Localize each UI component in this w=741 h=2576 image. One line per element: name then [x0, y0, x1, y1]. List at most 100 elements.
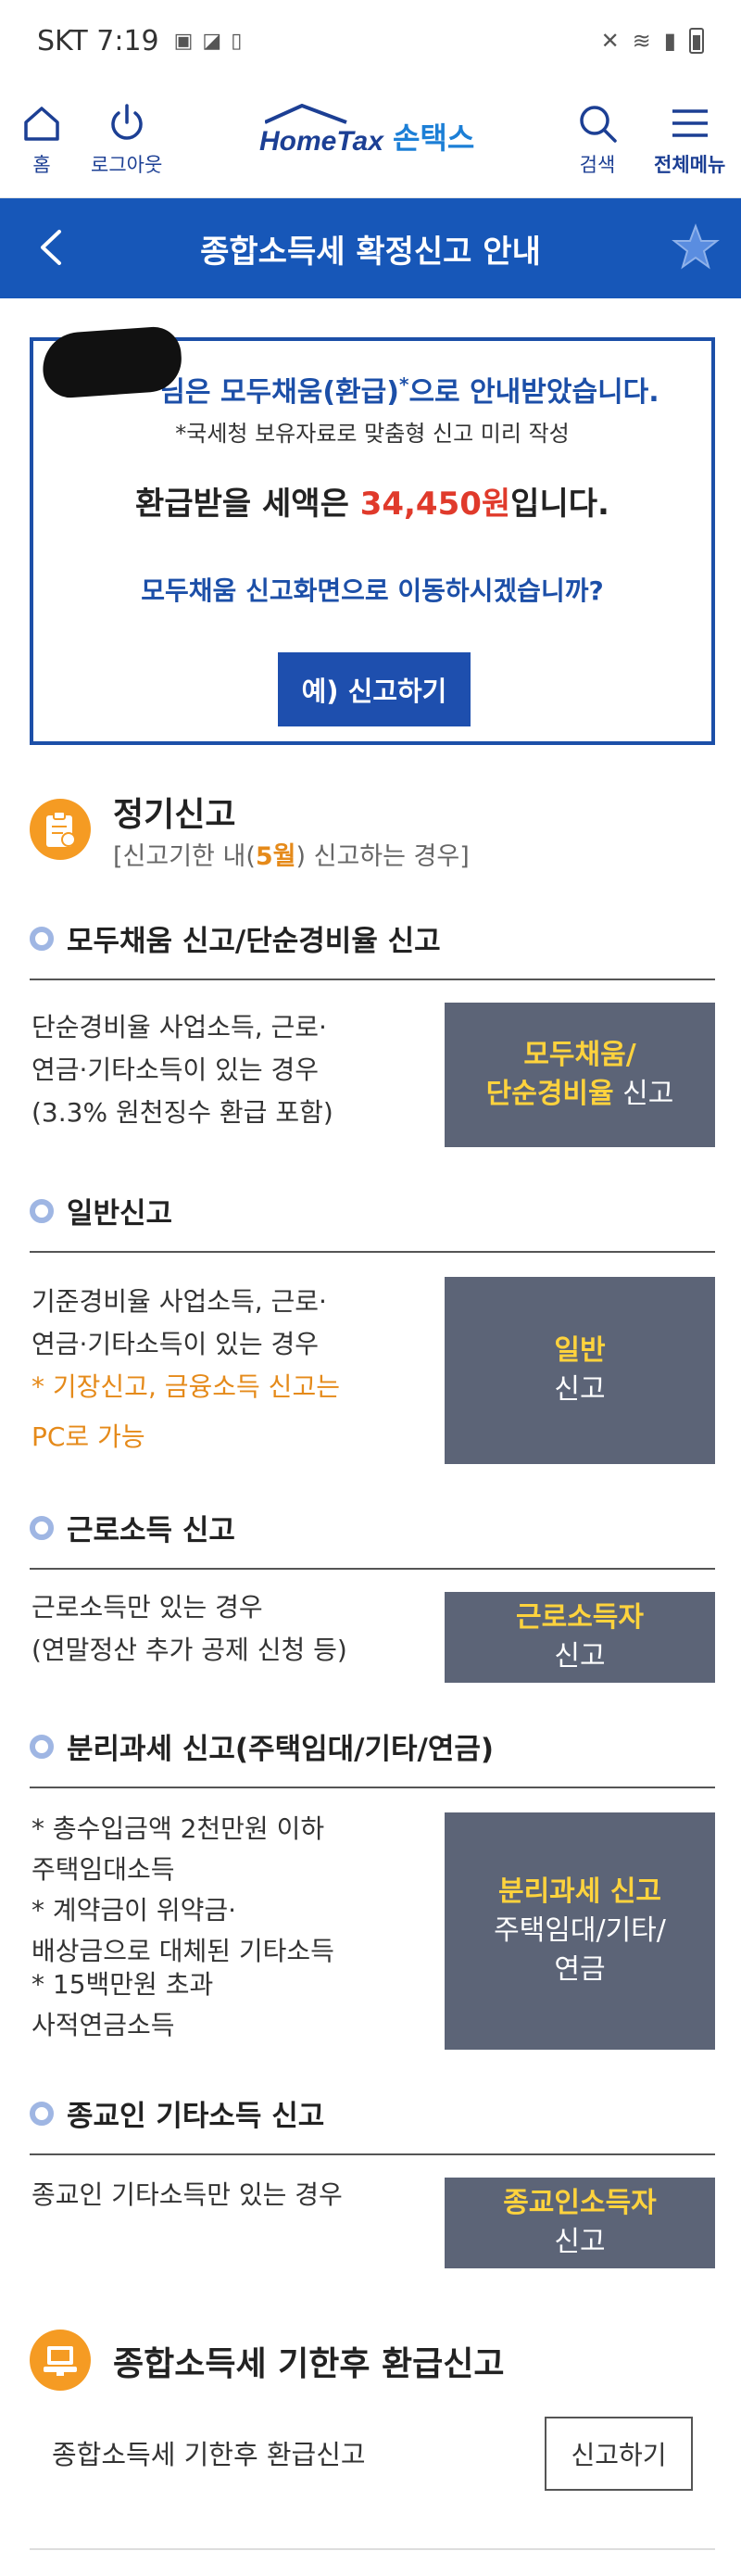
separate-filing-description: * 총수입금액 2천만원 이하 주택임대소득 * 계약금이 위약금· 배상금으로… — [31, 1809, 334, 2046]
regular-filing-subtitle: [신고기한 내(5월) 신고하는 경우] — [113, 836, 470, 872]
status-system-icons: ✕ ≋ ▮ — [601, 28, 704, 54]
separate-btn-line1: 분리과세 신고 — [497, 1875, 662, 1908]
signal-icon: ▮ — [663, 28, 676, 54]
hometax-logo[interactable]: HomeTax 손택스 — [259, 104, 474, 158]
simple-filing-title: 모두채움 신고/단순경비율 신고 — [67, 925, 441, 958]
separate-filing-title: 분리과세 신고(주택임대/기타/연금) — [67, 1733, 495, 1766]
separate-filing-button[interactable]: 분리과세 신고 주택임대/기타/ 연금 — [445, 1812, 715, 2050]
separate-filing-header: 분리과세 신고(주택임대/기타/연금) — [30, 1725, 494, 1767]
general-filing-header: 일반신고 — [30, 1190, 172, 1231]
simple-filing-header: 모두채움 신고/단순경비율 신고 — [30, 917, 441, 959]
general-btn-line1: 일반 — [554, 1334, 606, 1367]
divider — [30, 979, 715, 980]
regular-sub-pre: [신고기한 내( — [113, 842, 256, 871]
full-menu-label: 전체메뉴 — [654, 154, 726, 176]
notice-question: 모두채움 신고화면으로 이동하시겠습니까? — [141, 575, 604, 606]
home-label: 홈 — [32, 154, 51, 176]
notice-line1-sup: * — [398, 373, 409, 396]
general-warn-line1: * 기장신고, 금융소득 신고는 — [31, 1371, 340, 1402]
wage-btn-line2: 신고 — [554, 1640, 606, 1673]
logout-label: 로그아웃 — [91, 154, 163, 176]
regular-sub-month: 5월 — [255, 842, 296, 871]
wage-filing-title: 근로소득 신고 — [67, 1514, 235, 1547]
simple-desc-line1: 단순경비율 사업소득, 근로· — [31, 1012, 327, 1042]
divider — [30, 2548, 715, 2550]
simple-filing-description: 단순경비율 사업소득, 근로· 연금·기타소득이 있는 경우 (3.3% 원천징… — [31, 1006, 333, 1134]
separate-desc-line3: * 계약금이 위약금· — [31, 1895, 237, 1926]
bullet-ring-icon — [30, 1198, 54, 1223]
separate-btn-line2: 주택임대/기타/ — [494, 1914, 666, 1947]
notice-line1-tail: 으로 안내받았습니다. — [408, 376, 659, 409]
clipboard-icon — [30, 799, 91, 860]
logout-button[interactable]: 로그아웃 — [91, 102, 162, 178]
bullet-ring-icon — [30, 1734, 54, 1759]
search-label: 검색 — [579, 154, 616, 176]
religious-desc-line1: 종교인 기타소득만 있는 경우 — [31, 2179, 343, 2210]
regular-sub-post: ) 신고하는 경우] — [295, 842, 470, 871]
general-desc-line1: 기준경비율 사업소득, 근로· — [31, 1286, 327, 1317]
simple-desc-line3: (3.3% 원천징수 환급 포함) — [31, 1097, 333, 1128]
late-refund-label: 종합소득세 기한후 환급신고 — [52, 2439, 366, 2470]
wage-filing-button[interactable]: 근로소득자 신고 — [445, 1592, 715, 1683]
logo-roof-icon — [265, 104, 347, 124]
home-button[interactable]: 홈 — [20, 102, 63, 178]
religious-filing-title: 종교인 기타소득 신고 — [67, 2100, 325, 2133]
simple-filing-button[interactable]: 모두채움/ 단순경비율 신고 — [445, 1003, 715, 1147]
wage-btn-line1: 근로소득자 — [516, 1601, 644, 1634]
search-icon — [580, 106, 617, 143]
wage-desc-line2: (연말정산 추가 공제 신청 등) — [31, 1635, 347, 1665]
simple-btn-line2: 단순경비율 — [485, 1078, 614, 1110]
separate-desc-line6: 사적연금소득 — [31, 2010, 175, 2040]
separate-desc-line1: * 총수입금액 2천만원 이하 — [31, 1813, 325, 1844]
simple-desc-line2: 연금·기타소득이 있는 경우 — [31, 1054, 320, 1085]
wage-filing-description: 근로소득만 있는 경우 (연말정산 추가 공제 신청 등) — [31, 1586, 347, 1672]
bullet-ring-icon — [30, 2101, 54, 2126]
general-warn-line2: PC로 가능 — [31, 1421, 145, 1452]
bullet-ring-icon — [30, 926, 54, 951]
status-time: SKT 7:19 — [37, 24, 159, 57]
religious-btn-line2: 신고 — [554, 2226, 606, 2258]
refund-amount: 34,450원 — [359, 486, 511, 523]
confirm-file-button[interactable]: 예) 신고하기 — [278, 652, 471, 726]
religious-filing-description: 종교인 기타소득만 있는 경우 — [31, 2174, 343, 2216]
wage-desc-line1: 근로소득만 있는 경우 — [31, 1592, 263, 1623]
refund-amount-prefix: 환급받을 세액은 — [135, 486, 360, 523]
general-filing-button[interactable]: 일반 신고 — [445, 1277, 715, 1464]
general-desc-line2: 연금·기타소득이 있는 경우 — [31, 1329, 320, 1359]
divider — [30, 2153, 715, 2155]
search-button[interactable]: 검색 — [576, 102, 619, 178]
regular-filing-title: 정기신고 — [113, 796, 236, 834]
divider — [30, 1568, 715, 1570]
separate-desc-line2: 주택임대소득 — [31, 1854, 175, 1885]
bullet-ring-icon — [30, 1515, 54, 1540]
title-bar: 종합소득세 확정신고 안내 — [0, 198, 741, 298]
religious-filing-header: 종교인 기타소득 신고 — [30, 2092, 324, 2134]
separate-btn-line3: 연금 — [554, 1953, 606, 1986]
general-btn-line2: 신고 — [554, 1373, 606, 1406]
divider — [30, 1787, 715, 1788]
power-icon — [110, 104, 143, 140]
status-bar: SKT 7:19 ▣ ◪ ▯ ✕ ≋ ▮ — [0, 0, 741, 82]
sim-icon: ▯ — [231, 29, 243, 53]
battery-icon — [689, 28, 704, 54]
back-icon[interactable] — [31, 226, 74, 269]
late-refund-file-button[interactable]: 신고하기 — [545, 2417, 693, 2491]
mute-icon: ✕ — [600, 28, 620, 54]
religious-filing-button[interactable]: 종교인소득자 신고 — [445, 2178, 715, 2268]
refund-notice-box: 님은 모두채움(환급)*으로 안내받았습니다. *국세청 보유자료로 맞춤형 신… — [30, 337, 715, 745]
simple-btn-line2-suffix: 신고 — [613, 1078, 674, 1110]
religious-btn-line1: 종교인소득자 — [503, 2187, 657, 2219]
late-refund-title: 종합소득세 기한후 환급신고 — [113, 2345, 505, 2383]
simple-btn-line1: 모두채움/ — [523, 1039, 636, 1071]
home-icon — [24, 107, 59, 141]
full-menu-button[interactable]: 전체메뉴 — [654, 102, 725, 178]
refund-amount-suffix: 입니다. — [510, 486, 609, 523]
hamburger-icon — [672, 109, 708, 137]
general-filing-title: 일반신고 — [67, 1197, 173, 1231]
divider — [30, 1251, 715, 1253]
wage-filing-header: 근로소득 신고 — [30, 1507, 235, 1548]
favorite-star-icon[interactable] — [671, 222, 721, 272]
dx-icon: ◪ — [202, 29, 222, 53]
general-filing-description: 기준경비율 사업소득, 근로· 연금·기타소득이 있는 경우 * 기장신고, 금… — [31, 1281, 340, 1458]
redacted-name-mark — [40, 324, 184, 400]
